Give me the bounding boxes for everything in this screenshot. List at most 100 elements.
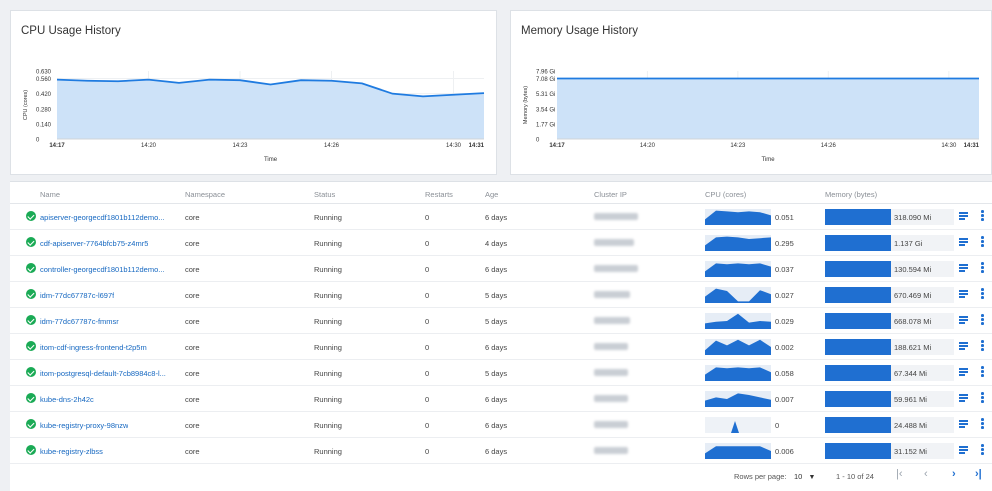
restarts-cell: 0 [425,395,430,404]
more-options-icon[interactable] [981,210,985,222]
sparkline-area [705,288,771,303]
status-cell: Running [314,239,342,248]
table-row[interactable]: controller-georgecdf1801b112demo... core… [10,256,992,282]
last-page-icon[interactable]: ›| [975,468,982,480]
more-options-icon[interactable] [981,366,985,378]
col-header-memory[interactable]: Memory (bytes) [825,190,877,199]
more-options-icon[interactable] [981,392,985,404]
details-list-icon[interactable] [959,212,968,220]
cluster-ip-redacted [594,421,628,428]
table-row[interactable]: idm-77dc67787c-l697f core Running 0 5 da… [10,282,992,308]
mem-y-label: Memory (bytes) [523,86,529,124]
status-ok-icon [26,393,36,403]
details-list-icon[interactable] [959,238,968,246]
cpu-x-tick: 14:23 [232,143,248,149]
col-header-cluster-ip[interactable]: Cluster IP [594,190,627,199]
more-options-icon[interactable] [981,340,985,352]
chevron-left-icon[interactable]: ‹ [924,468,928,480]
cluster-ip-redacted [594,213,638,220]
pod-name-link[interactable]: itom-cdf-ingress-frontend-t2p5m [40,343,147,352]
namespace-cell: core [185,343,200,352]
cpu-sparkline [705,365,771,381]
cpu-value: 0 [775,421,780,430]
pod-name-link[interactable]: itom-postgresql-default-7cb8984c8-l... [40,369,166,378]
pod-name-link[interactable]: apiserver-georgecdf1801b112demo... [40,213,165,222]
namespace-cell: core [185,317,200,326]
pod-name-link[interactable]: kube-registry-proxy-98nzw [40,421,128,430]
chevron-right-icon[interactable]: › [952,468,956,480]
pod-name-link[interactable]: idm-77dc67787c-fmmsr [40,317,119,326]
rows-per-page-label: Rows per page: [734,472,787,481]
cpu-sparkline [705,261,771,277]
cpu-usage-card: CPU Usage History 0 0.140 0.280 0.420 0.560 0… [10,10,497,175]
table-row[interactable]: kube-registry-zlbss core Running 0 6 day… [10,438,992,464]
col-header-restarts[interactable]: Restarts [425,190,453,199]
col-header-cpu[interactable]: CPU (cores) [705,190,746,199]
cpu-sparkline [705,391,771,407]
more-options-icon[interactable] [981,418,985,430]
namespace-cell: core [185,395,200,404]
details-list-icon[interactable] [959,446,968,454]
cpu-value: 0.006 [775,447,794,456]
mem-x-tick: 14:17 [549,143,565,149]
pod-name-link[interactable]: idm-77dc67787c-l697f [40,291,114,300]
cpu-sparkline [705,287,771,303]
memory-bar [825,365,891,381]
status-ok-icon [26,445,36,455]
table-row[interactable]: kube-registry-proxy-98nzw core Running 0… [10,412,992,438]
col-header-status[interactable]: Status [314,190,335,199]
details-list-icon[interactable] [959,264,968,272]
cluster-ip-redacted [594,369,628,376]
pod-name-link[interactable]: cdf-apiserver-7764bfcb75-z4mr5 [40,239,148,248]
pod-name-link[interactable]: kube-registry-zlbss [40,447,103,456]
age-cell: 4 days [485,239,508,248]
cpu-value: 0.051 [775,213,794,222]
rows-per-page-select[interactable]: 10 ▼ [794,472,815,481]
pod-name-link[interactable]: kube-dns-2h42c [40,395,94,404]
age-cell: 5 days [485,317,508,326]
more-options-icon[interactable] [981,314,985,326]
table-row[interactable]: kube-dns-2h42c core Running 0 6 days 0.0… [10,386,992,412]
age-cell: 6 days [485,395,508,404]
details-list-icon[interactable] [959,290,968,298]
details-list-icon[interactable] [959,368,968,376]
table-row[interactable]: itom-postgresql-default-7cb8984c8-l... c… [10,360,992,386]
table-row[interactable]: idm-77dc67787c-fmmsr core Running 0 5 da… [10,308,992,334]
status-cell: Running [314,447,342,456]
pods-table: Name Namespace Status Restarts Age Clust… [10,181,992,491]
col-header-namespace[interactable]: Namespace [185,190,225,199]
table-row[interactable]: cdf-apiserver-7764bfcb75-z4mr5 core Runn… [10,230,992,256]
col-header-name[interactable]: Name [40,190,60,199]
more-options-icon[interactable] [981,444,985,456]
mem-x-tick: 14:30 [941,143,957,149]
cpu-usage-chart: 0 0.140 0.280 0.420 0.5600.630 14:17 14:20 14:2… [23,70,485,164]
cpu-value: 0.295 [775,239,794,248]
cpu-value: 0.058 [775,369,794,378]
details-list-icon[interactable] [959,394,968,402]
status-ok-icon [26,237,36,247]
cpu-y-tick: 0 [36,138,40,144]
first-page-icon[interactable]: |‹ [896,468,903,480]
cpu-value: 0.002 [775,343,794,352]
restarts-cell: 0 [425,421,430,430]
memory-bar [825,391,891,407]
status-ok-icon [26,263,36,273]
cpu-area [57,79,484,139]
details-list-icon[interactable] [959,420,968,428]
col-header-age[interactable]: Age [485,190,498,199]
memory-usage-chart: 0 1.77 Gi 3.54 Gi 5.31 Gi 7.08 Gi7.96 Gi 14:1… [523,70,980,164]
mem-y-tick: 1.77 Gi [536,122,555,128]
cluster-ip-redacted [594,317,630,324]
more-options-icon[interactable] [981,288,985,300]
details-list-icon[interactable] [959,316,968,324]
table-row[interactable]: itom-cdf-ingress-frontend-t2p5m core Run… [10,334,992,360]
cpu-y-tick: 0.280 [36,107,52,113]
more-options-icon[interactable] [981,262,985,274]
more-options-icon[interactable] [981,236,985,248]
details-list-icon[interactable] [959,342,968,350]
memory-bar [825,417,891,433]
cluster-ip-redacted [594,265,638,272]
pod-name-link[interactable]: controller-georgecdf1801b112demo... [40,265,165,274]
table-row[interactable]: apiserver-georgecdf1801b112demo... core … [10,204,992,230]
memory-value: 670.469 Mi [891,287,954,303]
